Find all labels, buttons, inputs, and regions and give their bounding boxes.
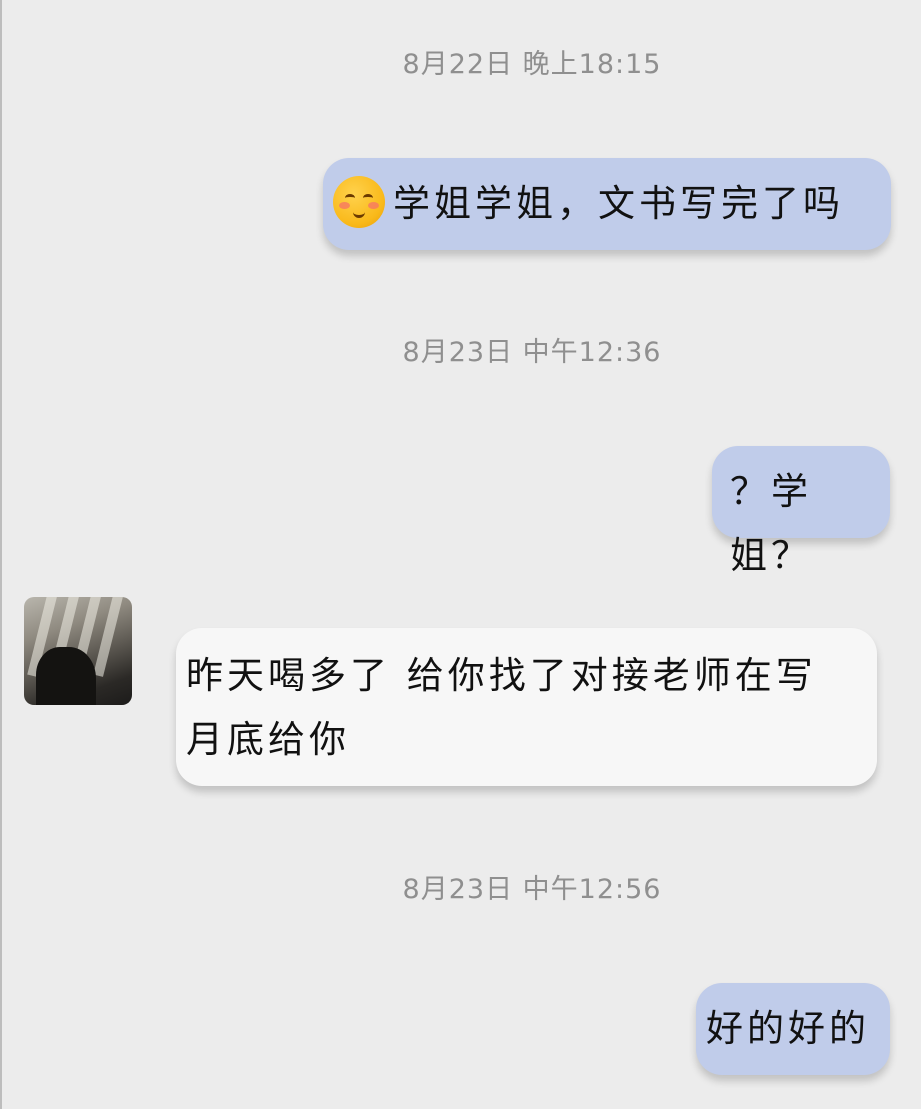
message-text: 学姐学姐，文书写完了吗 xyxy=(393,182,844,225)
timestamp: 8月23日 中午12:36 xyxy=(402,337,662,368)
message-text: 好的好的 xyxy=(706,1007,870,1050)
window-edge xyxy=(0,0,2,1109)
message-bubble-outgoing[interactable]: ？学姐？ xyxy=(712,446,890,577)
timestamp: 8月23日 中午12:56 xyxy=(402,874,662,905)
timestamp: 8月22日 晚上18:15 xyxy=(402,49,662,80)
contact-avatar[interactable] xyxy=(24,597,132,705)
message-bubble-outgoing[interactable]: 学姐学姐，文书写完了吗 xyxy=(323,158,891,250)
blushing-smile-emoji-icon xyxy=(333,175,385,228)
chat-area: 8月22日 晚上18:15 学姐学姐，文书写完了吗 8月23日 中午12:36 … xyxy=(0,0,921,1109)
message-bubble-outgoing[interactable]: 好的好的 xyxy=(696,983,890,1075)
message-bubble-incoming[interactable]: 昨天喝多了 给你找了对接老师在写 月底给你 xyxy=(176,628,877,786)
message-text: 昨天喝多了 给你找了对接老师在写 月底给你 xyxy=(186,654,817,761)
message-text: ？学姐？ xyxy=(730,470,812,577)
